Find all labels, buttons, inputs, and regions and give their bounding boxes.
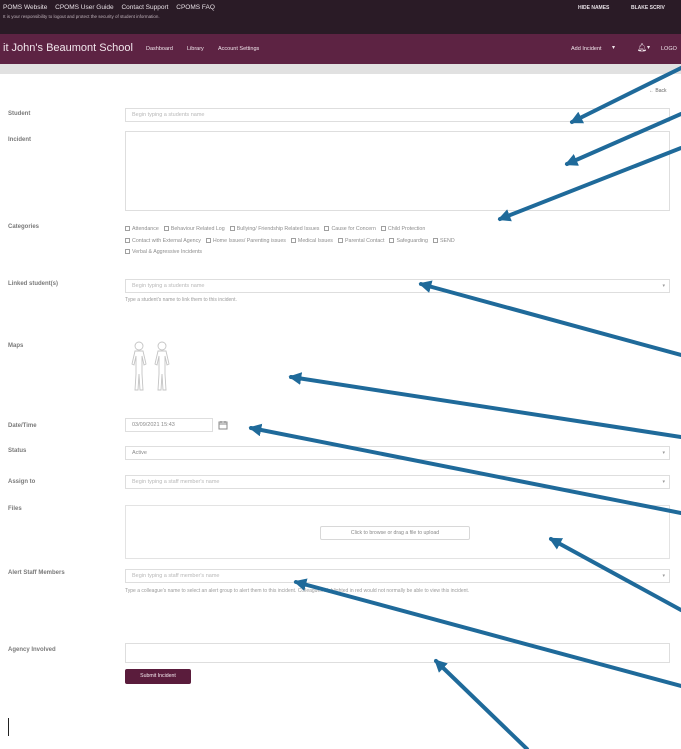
category-label: Behaviour Related Log [170,226,225,232]
assign-to-select[interactable]: Begin typing a staff member's name ▾ [125,475,670,489]
date-time-label: Date/Time [8,423,37,429]
annotation-arrow [288,372,681,439]
category-label: Safeguarding [396,237,428,244]
maps-label: Maps [8,343,24,349]
category-checkbox[interactable]: Contact with External Agency [125,236,201,248]
assign-to-label: Assign to [8,479,36,485]
alert-staff-label: Alert Staff Members [8,570,65,576]
chevron-down-icon[interactable]: ▾ [647,44,650,51]
main-navbar: it John's Beaumont School Dashboard Libr… [0,34,681,64]
linked-students-label: Linked student(s) [8,281,59,287]
annotation-arrow [418,280,681,357]
checkbox-icon[interactable] [337,237,343,243]
linked-students-placeholder: Begin typing a students name [132,283,205,289]
nav-account-settings[interactable]: Account Settings [218,46,259,52]
category-label: Medical Issues [297,237,333,244]
annotation-arrow [434,659,529,749]
text-cursor [8,718,9,736]
category-label: Verbal & Aggressive Incidents [132,249,203,255]
category-label: Child Protection [387,226,426,232]
checkbox-icon[interactable] [205,237,211,243]
agency-involved-label: Agency Involved [8,647,56,653]
category-label: Parental Contact [344,237,385,244]
checkbox-icon[interactable] [229,226,235,231]
category-label: Attendance [132,226,159,232]
category-checkbox[interactable]: Attendance [125,224,159,236]
chevron-down-icon[interactable]: ▾ [662,450,665,456]
checkbox-icon[interactable] [432,237,438,243]
checkbox-icon[interactable] [290,237,296,243]
category-checkbox[interactable]: Medical Issues [290,236,333,248]
linked-students-select[interactable]: Begin typing a students name ▾ [125,279,670,293]
annotation-arrow [248,423,681,515]
student-input[interactable]: Begin typing a students name [125,108,670,122]
student-label: Student [8,111,31,117]
nav-library[interactable]: Library [187,46,204,52]
top-link-website[interactable]: POMS Website [3,4,47,11]
linked-students-help: Type a student's name to link them to th… [125,297,237,303]
status-value: Active [132,450,147,456]
user-name[interactable]: BLAKE SCRIV [631,5,665,11]
add-incident-button[interactable]: Add Incident [571,46,602,52]
top-links: POMS Website CPOMS User Guide Contact Su… [3,4,221,11]
top-link-user-guide[interactable]: CPOMS User Guide [55,4,114,11]
category-checkbox[interactable]: Child Protection [380,224,426,236]
checkbox-icon[interactable] [125,249,130,254]
status-label: Status [8,448,27,454]
chevron-down-icon[interactable]: ▾ [662,479,665,485]
school-name[interactable]: it John's Beaumont School [3,42,133,54]
incident-label: Incident [8,137,32,143]
categories-checkbox-list: Attendance Behaviour Related Log Bullying/… [125,224,670,259]
category-label: Home Issues/ Parenting issues [212,237,286,244]
checkbox-icon[interactable] [389,237,395,243]
category-checkbox[interactable]: SEND [432,236,455,248]
chevron-down-icon[interactable]: ▾ [662,283,665,289]
top-bar: POMS Website CPOMS User Guide Contact Su… [0,0,681,34]
checkbox-icon[interactable] [380,226,386,231]
alert-staff-help: Type a colleague's name to select an ale… [125,588,470,594]
checkbox-icon[interactable] [324,226,330,231]
category-label: SEND [439,237,455,244]
bell-icon[interactable]: 🔔︎ [637,43,647,52]
category-label: Bullying/ Friendship Related Issues [236,226,320,232]
category-checkbox[interactable]: Behaviour Related Log [163,224,225,236]
category-label: Cause for Concern [331,226,376,232]
category-label: Contact with External Agency [132,237,201,244]
logout-link[interactable]: LOGO [661,46,677,52]
nav-dashboard[interactable]: Dashboard [146,46,173,52]
chevron-down-icon[interactable]: ▾ [612,44,615,51]
chevron-down-icon[interactable]: ▾ [662,573,665,579]
files-label: Files [8,506,22,512]
calendar-icon[interactable] [218,420,228,430]
top-link-faq[interactable]: CPOMS FAQ [176,4,215,11]
sub-bar [0,64,681,74]
file-dropzone[interactable]: Click to browse or drag a file to upload [125,505,670,559]
agency-involved-input[interactable] [125,643,670,663]
category-checkbox[interactable]: Home Issues/ Parenting issues [205,236,286,248]
categories-label: Categories [8,224,40,230]
body-map-icon[interactable] [128,340,174,394]
status-select[interactable]: Active ▾ [125,446,670,460]
hide-names-toggle[interactable]: HIDE NAMES [578,5,609,11]
upload-button[interactable]: Click to browse or drag a file to upload [320,526,470,540]
category-checkbox[interactable]: Parental Contact [337,236,385,248]
category-checkbox[interactable]: Safeguarding [389,236,428,248]
assign-to-placeholder: Begin typing a staff member's name [132,479,220,485]
alert-staff-placeholder: Begin typing a staff member's name [132,573,220,579]
checkbox-icon[interactable] [163,226,169,231]
alert-staff-select[interactable]: Begin typing a staff member's name ▾ [125,569,670,583]
category-checkbox[interactable]: Cause for Concern [324,224,376,236]
security-notice: It is your responsibility to logout and … [3,14,160,19]
checkbox-icon[interactable] [125,237,130,243]
submit-incident-button[interactable]: Submit Incident [125,669,191,684]
category-checkbox[interactable]: Verbal & Aggressive Incidents [125,247,202,259]
category-checkbox[interactable]: Bullying/ Friendship Related Issues [229,224,320,236]
back-link[interactable]: ← Back [649,88,667,94]
date-time-input[interactable]: 03/09/2021 15:43 [125,418,213,432]
top-link-contact-support[interactable]: Contact Support [121,4,168,11]
incident-textarea[interactable] [125,131,670,211]
annotation-arrow [293,578,681,688]
checkbox-icon[interactable] [125,226,130,231]
